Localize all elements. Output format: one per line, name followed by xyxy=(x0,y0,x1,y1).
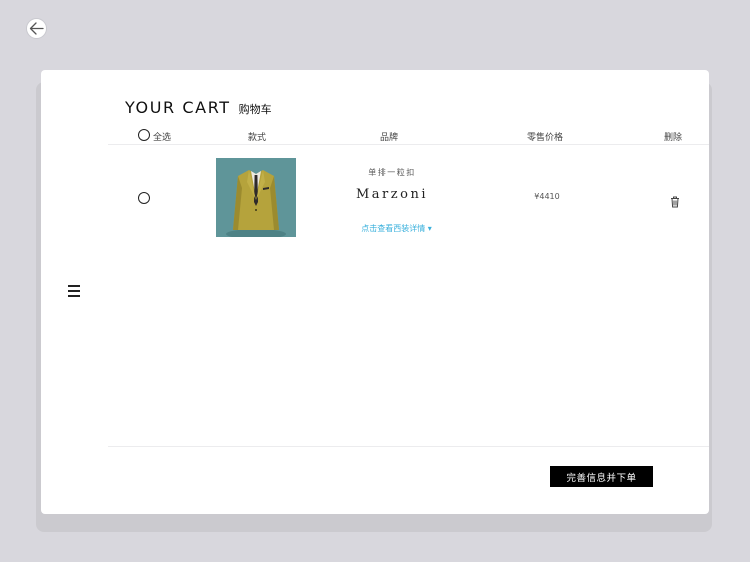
view-suit-details-link[interactable]: 点击查看西装详情 ▾ xyxy=(340,223,453,234)
footer-divider xyxy=(108,446,709,447)
brand-logo: Marzoni xyxy=(356,187,428,202)
arrow-left-icon xyxy=(29,22,44,35)
cart-table-header: 全选 款式 品牌 零售价格 删除 xyxy=(108,128,709,144)
cart-title-zh: 购物车 xyxy=(238,103,272,116)
caret-down-icon: ▾ xyxy=(425,224,432,233)
product-image[interactable] xyxy=(216,158,296,237)
cart-panel: YOUR CART 购物车 全选 款式 品牌 零售价格 删除 单排一粒扣 Mar… xyxy=(41,70,709,514)
checkout-button[interactable]: 完善信息并下单 xyxy=(550,466,653,487)
back-button[interactable] xyxy=(26,18,47,39)
select-all-label[interactable]: 全选 xyxy=(153,130,171,143)
hamburger-menu-icon[interactable] xyxy=(68,285,80,297)
item-style-name: 单排一粒扣 xyxy=(368,168,416,177)
header-divider xyxy=(108,144,709,145)
delete-item-button[interactable] xyxy=(670,193,680,208)
select-all-radio[interactable] xyxy=(138,129,150,141)
trash-icon xyxy=(671,196,679,208)
detail-link-label: 点击查看西装详情 xyxy=(361,224,426,233)
item-price: ¥4410 xyxy=(534,192,560,201)
suit-jacket-image xyxy=(216,158,296,237)
item-select-radio[interactable] xyxy=(138,192,150,204)
column-header-style: 款式 xyxy=(248,133,267,143)
cart-title-en: YOUR CART xyxy=(125,98,231,117)
column-header-delete: 删除 xyxy=(664,133,683,143)
column-header-price: 零售价格 xyxy=(527,133,564,143)
column-header-brand: 品牌 xyxy=(380,133,399,143)
cart-title: YOUR CART 购物车 xyxy=(125,98,272,117)
